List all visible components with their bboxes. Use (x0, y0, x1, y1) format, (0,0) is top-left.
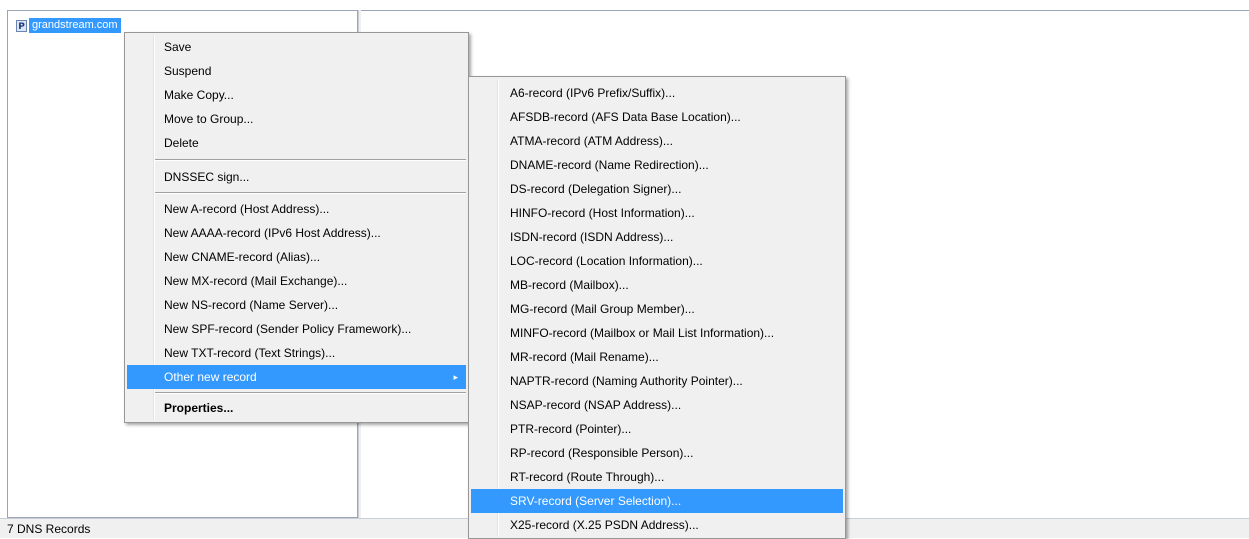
menu-separator (155, 392, 466, 394)
submenu-item-atma-record[interactable]: ATMA-record (ATM Address)... (471, 129, 843, 153)
menu-item-label: RT-record (Route Through)... (510, 470, 665, 484)
submenu-item-a6-record[interactable]: A6-record (IPv6 Prefix/Suffix)... (471, 81, 843, 105)
submenu-item-x25-record[interactable]: X25-record (X.25 PSDN Address)... (471, 513, 843, 537)
menu-item-label: X25-record (X.25 PSDN Address)... (510, 518, 699, 532)
menu-item-label: DNAME-record (Name Redirection)... (510, 158, 709, 172)
submenu-item-isdn-record[interactable]: ISDN-record (ISDN Address)... (471, 225, 843, 249)
status-text: 7 DNS Records (7, 522, 91, 536)
submenu-item-ptr-record[interactable]: PTR-record (Pointer)... (471, 417, 843, 441)
submenu-item-dname-record[interactable]: DNAME-record (Name Redirection)... (471, 153, 843, 177)
zone-icon: P (16, 19, 27, 32)
menu-item-label: Properties... (164, 401, 234, 415)
submenu-item-hinfo-record[interactable]: HINFO-record (Host Information)... (471, 201, 843, 225)
menu-item-label: New A-record (Host Address)... (164, 202, 330, 216)
menu-item-new-mx-record[interactable]: New MX-record (Mail Exchange)... (127, 269, 466, 293)
menu-item-new-aaaa-record[interactable]: New AAAA-record (IPv6 Host Address)... (127, 221, 466, 245)
submenu-item-afsdb-record[interactable]: AFSDB-record (AFS Data Base Location)... (471, 105, 843, 129)
submenu-item-ds-record[interactable]: DS-record (Delegation Signer)... (471, 177, 843, 201)
menu-item-label: Save (164, 40, 192, 54)
menu-item-label: SRV-record (Server Selection)... (510, 494, 682, 508)
menu-item-label: Other new record (164, 370, 257, 384)
menu-item-label: NAPTR-record (Naming Authority Pointer).… (510, 374, 743, 388)
menu-item-label: Delete (164, 136, 199, 150)
menu-item-label: New AAAA-record (IPv6 Host Address)... (164, 226, 381, 240)
submenu-item-mr-record[interactable]: MR-record (Mail Rename)... (471, 345, 843, 369)
menu-item-label: A6-record (IPv6 Prefix/Suffix)... (510, 86, 676, 100)
menu-item-label: New TXT-record (Text Strings)... (164, 346, 336, 360)
menu-item-label: New CNAME-record (Alias)... (164, 250, 321, 264)
menu-item-label: NSAP-record (NSAP Address)... (510, 398, 682, 412)
submenu-item-srv-record[interactable]: SRV-record (Server Selection)... (471, 489, 843, 513)
window-top-edge (0, 0, 1249, 9)
menu-item-label: MINFO-record (Mailbox or Mail List Infor… (510, 326, 775, 340)
menu-item-label: New SPF-record (Sender Policy Framework)… (164, 322, 412, 336)
menu-item-new-spf-record[interactable]: New SPF-record (Sender Policy Framework)… (127, 317, 466, 341)
submenu-item-rp-record[interactable]: RP-record (Responsible Person)... (471, 441, 843, 465)
menu-item-other-new-record[interactable]: Other new record ▸ (127, 365, 466, 389)
menu-item-label: ISDN-record (ISDN Address)... (510, 230, 674, 244)
submenu-arrow-icon: ▸ (453, 372, 458, 382)
menu-item-delete[interactable]: Delete (127, 131, 466, 155)
menu-item-label: LOC-record (Location Information)... (510, 254, 703, 268)
menu-item-label: New NS-record (Name Server)... (164, 298, 339, 312)
menu-item-label: DNSSEC sign... (164, 170, 250, 184)
menu-item-label: MG-record (Mail Group Member)... (510, 302, 695, 316)
submenu-item-mg-record[interactable]: MG-record (Mail Group Member)... (471, 297, 843, 321)
menu-item-new-ns-record[interactable]: New NS-record (Name Server)... (127, 293, 466, 317)
tree-node-zone[interactable]: P grandstream.com (16, 18, 121, 33)
menu-item-properties[interactable]: Properties... (127, 396, 466, 420)
submenu-item-mb-record[interactable]: MB-record (Mailbox)... (471, 273, 843, 297)
menu-item-label: DS-record (Delegation Signer)... (510, 182, 682, 196)
submenu-item-nsap-record[interactable]: NSAP-record (NSAP Address)... (471, 393, 843, 417)
other-record-submenu: A6-record (IPv6 Prefix/Suffix)... AFSDB-… (468, 76, 846, 539)
submenu-item-minfo-record[interactable]: MINFO-record (Mailbox or Mail List Infor… (471, 321, 843, 345)
menu-item-make-copy[interactable]: Make Copy... (127, 83, 466, 107)
menu-item-new-txt-record[interactable]: New TXT-record (Text Strings)... (127, 341, 466, 365)
menu-item-label: Move to Group... (164, 112, 254, 126)
menu-item-dnssec-sign[interactable]: DNSSEC sign... (127, 165, 466, 189)
menu-separator (155, 159, 466, 161)
submenu-item-rt-record[interactable]: RT-record (Route Through)... (471, 465, 843, 489)
menu-item-suspend[interactable]: Suspend (127, 59, 466, 83)
menu-item-save[interactable]: Save (127, 35, 466, 59)
tree-node-label[interactable]: grandstream.com (29, 18, 121, 33)
menu-item-label: HINFO-record (Host Information)... (510, 206, 695, 220)
submenu-item-naptr-record[interactable]: NAPTR-record (Naming Authority Pointer).… (471, 369, 843, 393)
menu-item-new-cname-record[interactable]: New CNAME-record (Alias)... (127, 245, 466, 269)
menu-item-label: MR-record (Mail Rename)... (510, 350, 659, 364)
menu-item-label: New MX-record (Mail Exchange)... (164, 274, 348, 288)
menu-item-label: Make Copy... (164, 88, 234, 102)
menu-separator (155, 192, 466, 194)
context-menu: Save Suspend Make Copy... Move to Group.… (124, 32, 469, 423)
menu-item-label: Suspend (164, 64, 212, 78)
menu-item-label: PTR-record (Pointer)... (510, 422, 632, 436)
submenu-item-loc-record[interactable]: LOC-record (Location Information)... (471, 249, 843, 273)
menu-item-new-a-record[interactable]: New A-record (Host Address)... (127, 197, 466, 221)
menu-item-label: MB-record (Mailbox)... (510, 278, 629, 292)
menu-item-label: RP-record (Responsible Person)... (510, 446, 694, 460)
menu-item-label: AFSDB-record (AFS Data Base Location)... (510, 110, 741, 124)
menu-item-move-to-group[interactable]: Move to Group... (127, 107, 466, 131)
menu-item-label: ATMA-record (ATM Address)... (510, 134, 673, 148)
